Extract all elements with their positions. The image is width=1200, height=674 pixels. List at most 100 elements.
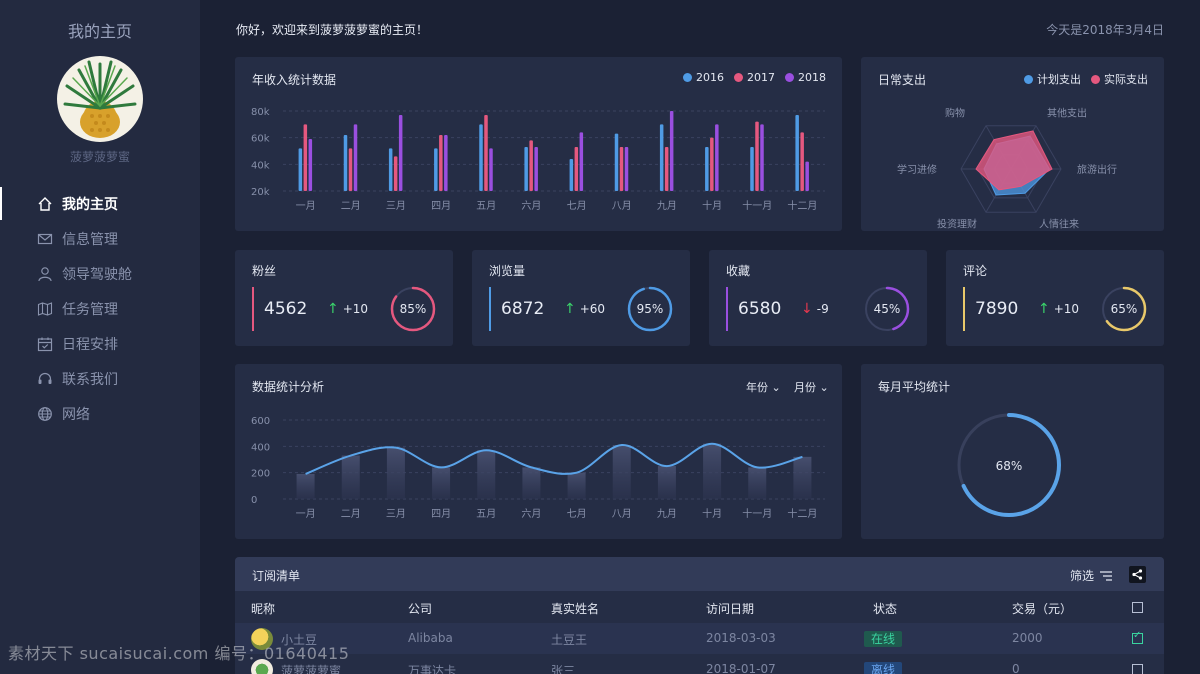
column-header[interactable]: 交易（元）	[1012, 600, 1072, 617]
y-tick-label: 40k	[251, 160, 270, 171]
sidebar-nav: 我的主页 信息管理 领导驾驶舱 任务管理 日程安排 联系我们 网络	[0, 186, 200, 431]
stat-card[interactable]: 粉丝 4562 ↑ +10 85%	[235, 250, 453, 346]
filter-icon	[1100, 570, 1112, 581]
x-tick-label: 九月	[657, 508, 677, 520]
background-bar	[748, 467, 767, 499]
sidebar-item-tasks[interactable]: 任务管理	[0, 291, 200, 326]
annual-bar-chart: 20k 40k 60k 80k 一月 二月 三月 四月 五月 六月 七月 八月 九月 十月 十一月 十二月	[251, 107, 825, 212]
sidebar-username: 菠萝菠萝蜜	[69, 150, 130, 164]
data-analysis-panel: 数据统计分析 年份 ⌄ 月份 ⌄ 0 200 400 600 一月 二月 三月 四月 五月 六月七…	[235, 364, 842, 539]
stat-delta-value: -9	[816, 302, 829, 316]
x-tick-label: 十月	[702, 507, 722, 520]
radar-axis-label: 其他支出	[1047, 107, 1087, 120]
stat-value: 7890	[975, 299, 1019, 319]
bar-2018	[579, 132, 584, 191]
bar-2018	[624, 147, 629, 191]
user-icon	[36, 265, 54, 283]
sidebar: 我的主页 菠萝菠萝蜜 我的主页 信息管理 领导驾驶舱 任务管理 日程安排 联系我…	[0, 0, 200, 674]
y-tick-label: 0	[251, 495, 257, 506]
x-tick-label: 五月	[476, 508, 496, 520]
stat-delta: ↓ -9	[801, 301, 829, 317]
bar-2018	[805, 161, 809, 191]
sidebar-item-cockpit[interactable]: 领导驾驶舱	[0, 256, 200, 291]
daily-radar-chart: 购物 其他支出旅游出行人情往来 投资理财 学习进修	[897, 107, 1117, 231]
bar-2018	[308, 139, 313, 191]
sidebar-item-contact[interactable]: 联系我们	[0, 361, 200, 396]
table-row[interactable]: 菠萝菠萝蜜 万事达卡 张三 2018-01-07 离线 0	[235, 654, 1164, 674]
x-tick-label: 十一月	[742, 199, 772, 212]
x-tick-label: 一月	[296, 508, 316, 520]
sidebar-item-info[interactable]: 信息管理	[0, 221, 200, 256]
bar-2017	[664, 147, 669, 191]
headset-icon	[36, 370, 54, 388]
sidebar-item-label: 日程安排	[62, 336, 118, 353]
share-button[interactable]	[1129, 566, 1146, 583]
stat-percent: 85%	[399, 302, 427, 316]
column-header[interactable]: 昵称	[251, 600, 275, 617]
bar-2018	[444, 135, 448, 191]
stat-card[interactable]: 收藏 6580 ↓ -9 45%	[709, 250, 927, 346]
user-avatar[interactable]	[57, 56, 143, 142]
daily-expense-panel: 日常支出 计划支出 实际支出 购物 其他支出 旅游出行 人情往来 投资理财 学习进修	[861, 57, 1164, 231]
stat-label: 评论	[963, 264, 988, 278]
stat-accent-bar	[252, 287, 254, 331]
bar-2017	[619, 147, 624, 191]
radar-axis-label: 旅游出行	[1077, 163, 1117, 176]
bar-2018	[398, 115, 403, 191]
cell-company: Alibaba	[408, 631, 453, 645]
bar-2017	[574, 147, 579, 191]
column-header[interactable]: 公司	[408, 600, 432, 617]
column-header[interactable]: 状态	[873, 600, 897, 617]
table-row[interactable]: 小土豆 Alibaba 土豆王 2018-03-03 在线 2000	[235, 623, 1164, 654]
stat-percent: 45%	[873, 302, 901, 316]
bar-2016	[343, 135, 348, 191]
x-tick-label: 七月	[567, 200, 587, 212]
stat-accent-bar	[963, 287, 965, 331]
stat-card[interactable]: 浏览量 6872 ↑ +60 95%	[472, 250, 690, 346]
filter-button[interactable]: 筛选	[1070, 567, 1112, 584]
stat-label: 粉丝	[252, 264, 277, 278]
bar-2016	[479, 124, 483, 191]
background-bar	[793, 456, 812, 499]
radar-area-实际支出	[975, 130, 1053, 191]
annual-income-panel: 年收入统计数据 2016 2017 2018 20k 40k 60k 80k 一月 二月三…	[235, 57, 842, 231]
y-tick-label: 80k	[251, 107, 270, 118]
globe-icon	[36, 405, 54, 423]
table-title-bar: 订阅清单 筛选	[235, 557, 1164, 591]
stat-value: 4562	[264, 299, 308, 319]
y-tick-label: 600	[251, 416, 270, 427]
column-header[interactable]: 真实姓名	[551, 600, 599, 617]
x-tick-label: 三月	[386, 508, 406, 520]
sidebar-item-home[interactable]: 我的主页	[0, 186, 200, 221]
sidebar-item-network[interactable]: 网络	[0, 396, 200, 431]
row-checkbox[interactable]	[1132, 664, 1143, 674]
bar-2017	[529, 140, 533, 191]
background-bar	[567, 472, 586, 499]
map-icon	[36, 300, 54, 318]
bar-2018	[715, 124, 719, 191]
stat-delta: ↑ +10	[1038, 301, 1079, 317]
bar-2016	[569, 159, 574, 191]
stat-value: 6872	[501, 299, 545, 319]
arrow-down-icon: ↓	[801, 301, 813, 317]
sidebar-item-schedule[interactable]: 日程安排	[0, 326, 200, 361]
arrow-up-icon: ↑	[1038, 301, 1050, 317]
subscription-table: 订阅清单 筛选 昵称 公司 真实姓名 访问日期 状态 交易（元） 小土豆 Ali…	[235, 557, 1164, 674]
bar-2016	[434, 148, 438, 191]
bar-2016	[750, 147, 754, 191]
bar-2018	[353, 124, 358, 191]
background-bar	[432, 467, 451, 499]
bar-2017	[303, 124, 308, 191]
y-tick-label: 200	[251, 469, 270, 480]
background-bar	[477, 450, 496, 499]
row-checkbox[interactable]	[1132, 630, 1143, 644]
stat-card[interactable]: 评论 7890 ↑ +10 65%	[946, 250, 1164, 346]
filter-label: 筛选	[1069, 569, 1094, 583]
background-bar	[296, 473, 315, 499]
stat-accent-bar	[726, 287, 728, 331]
column-header[interactable]: 访问日期	[706, 600, 754, 617]
radar-axis-label: 购物	[945, 107, 965, 120]
select-all-checkbox[interactable]	[1132, 602, 1143, 613]
bar-2018	[669, 111, 674, 191]
current-date: 今天是2018年3月4日	[1046, 23, 1164, 37]
